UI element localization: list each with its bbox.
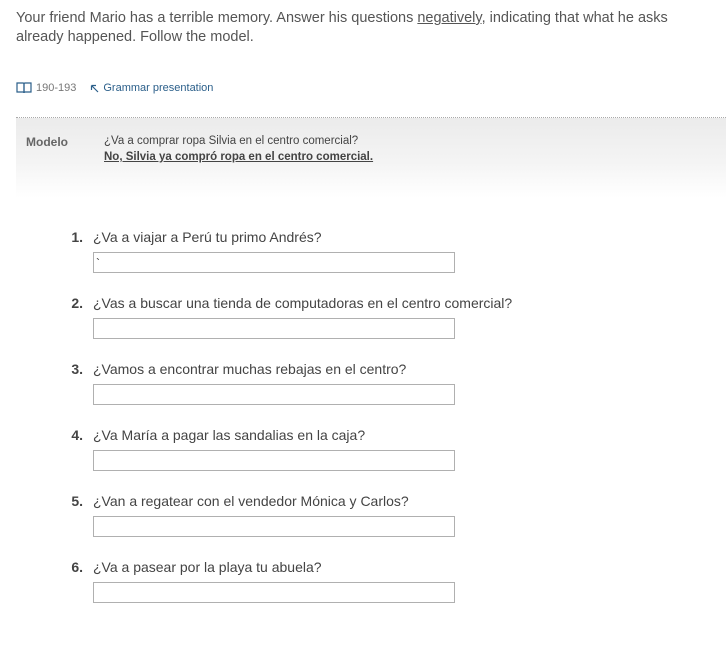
references-bar: 190-193 Grammar presentation: [16, 82, 213, 94]
answer-input-3[interactable]: [93, 384, 455, 405]
answer-input-5[interactable]: [93, 516, 455, 537]
question-number: 3.: [71, 361, 83, 377]
instructions-text: Your friend Mario has a terrible memory.…: [16, 10, 418, 26]
model-question: ¿Va a comprar ropa Silvia en el centro c…: [104, 135, 359, 147]
question-text: ¿Va a viajar a Perú tu primo Andrés?: [93, 229, 322, 245]
question-number: 6.: [71, 559, 83, 575]
model-box: Modelo ¿Va a comprar ropa Silvia en el c…: [16, 117, 726, 198]
answer-input-2[interactable]: [93, 318, 455, 339]
question-number: 4.: [71, 427, 83, 443]
book-icon: [16, 82, 32, 94]
question-text: ¿Vas a buscar una tienda de computadoras…: [93, 295, 513, 311]
instructions-emphasis: negatively: [417, 10, 482, 26]
question-text: ¿Van a regatear con el vendedor Mónica y…: [93, 493, 409, 509]
question-text: ¿Vamos a encontrar muchas rebajas en el …: [93, 361, 407, 377]
answer-input-4[interactable]: [93, 450, 455, 471]
grammar-presentation-link[interactable]: Grammar presentation: [90, 82, 213, 94]
textbook-pages: 190-193: [36, 82, 77, 94]
answer-input-6[interactable]: [93, 582, 455, 603]
grammar-presentation-label: Grammar presentation: [103, 82, 214, 94]
model-label: Modelo: [26, 135, 68, 149]
question-text: ¿Va a pasear por la playa tu abuela?: [93, 559, 322, 575]
question-number: 5.: [71, 493, 83, 509]
model-answer: No, Silvia ya compró ropa en el centro c…: [104, 151, 374, 163]
arrow-up-left-icon: [91, 84, 99, 92]
answer-input-1[interactable]: [93, 252, 455, 273]
question-number: 1.: [71, 229, 83, 245]
question-text: ¿Va María a pagar las sandalias en la ca…: [93, 427, 366, 443]
instructions: Your friend Mario has a terrible memory.…: [16, 9, 716, 47]
question-number: 2.: [71, 295, 83, 311]
